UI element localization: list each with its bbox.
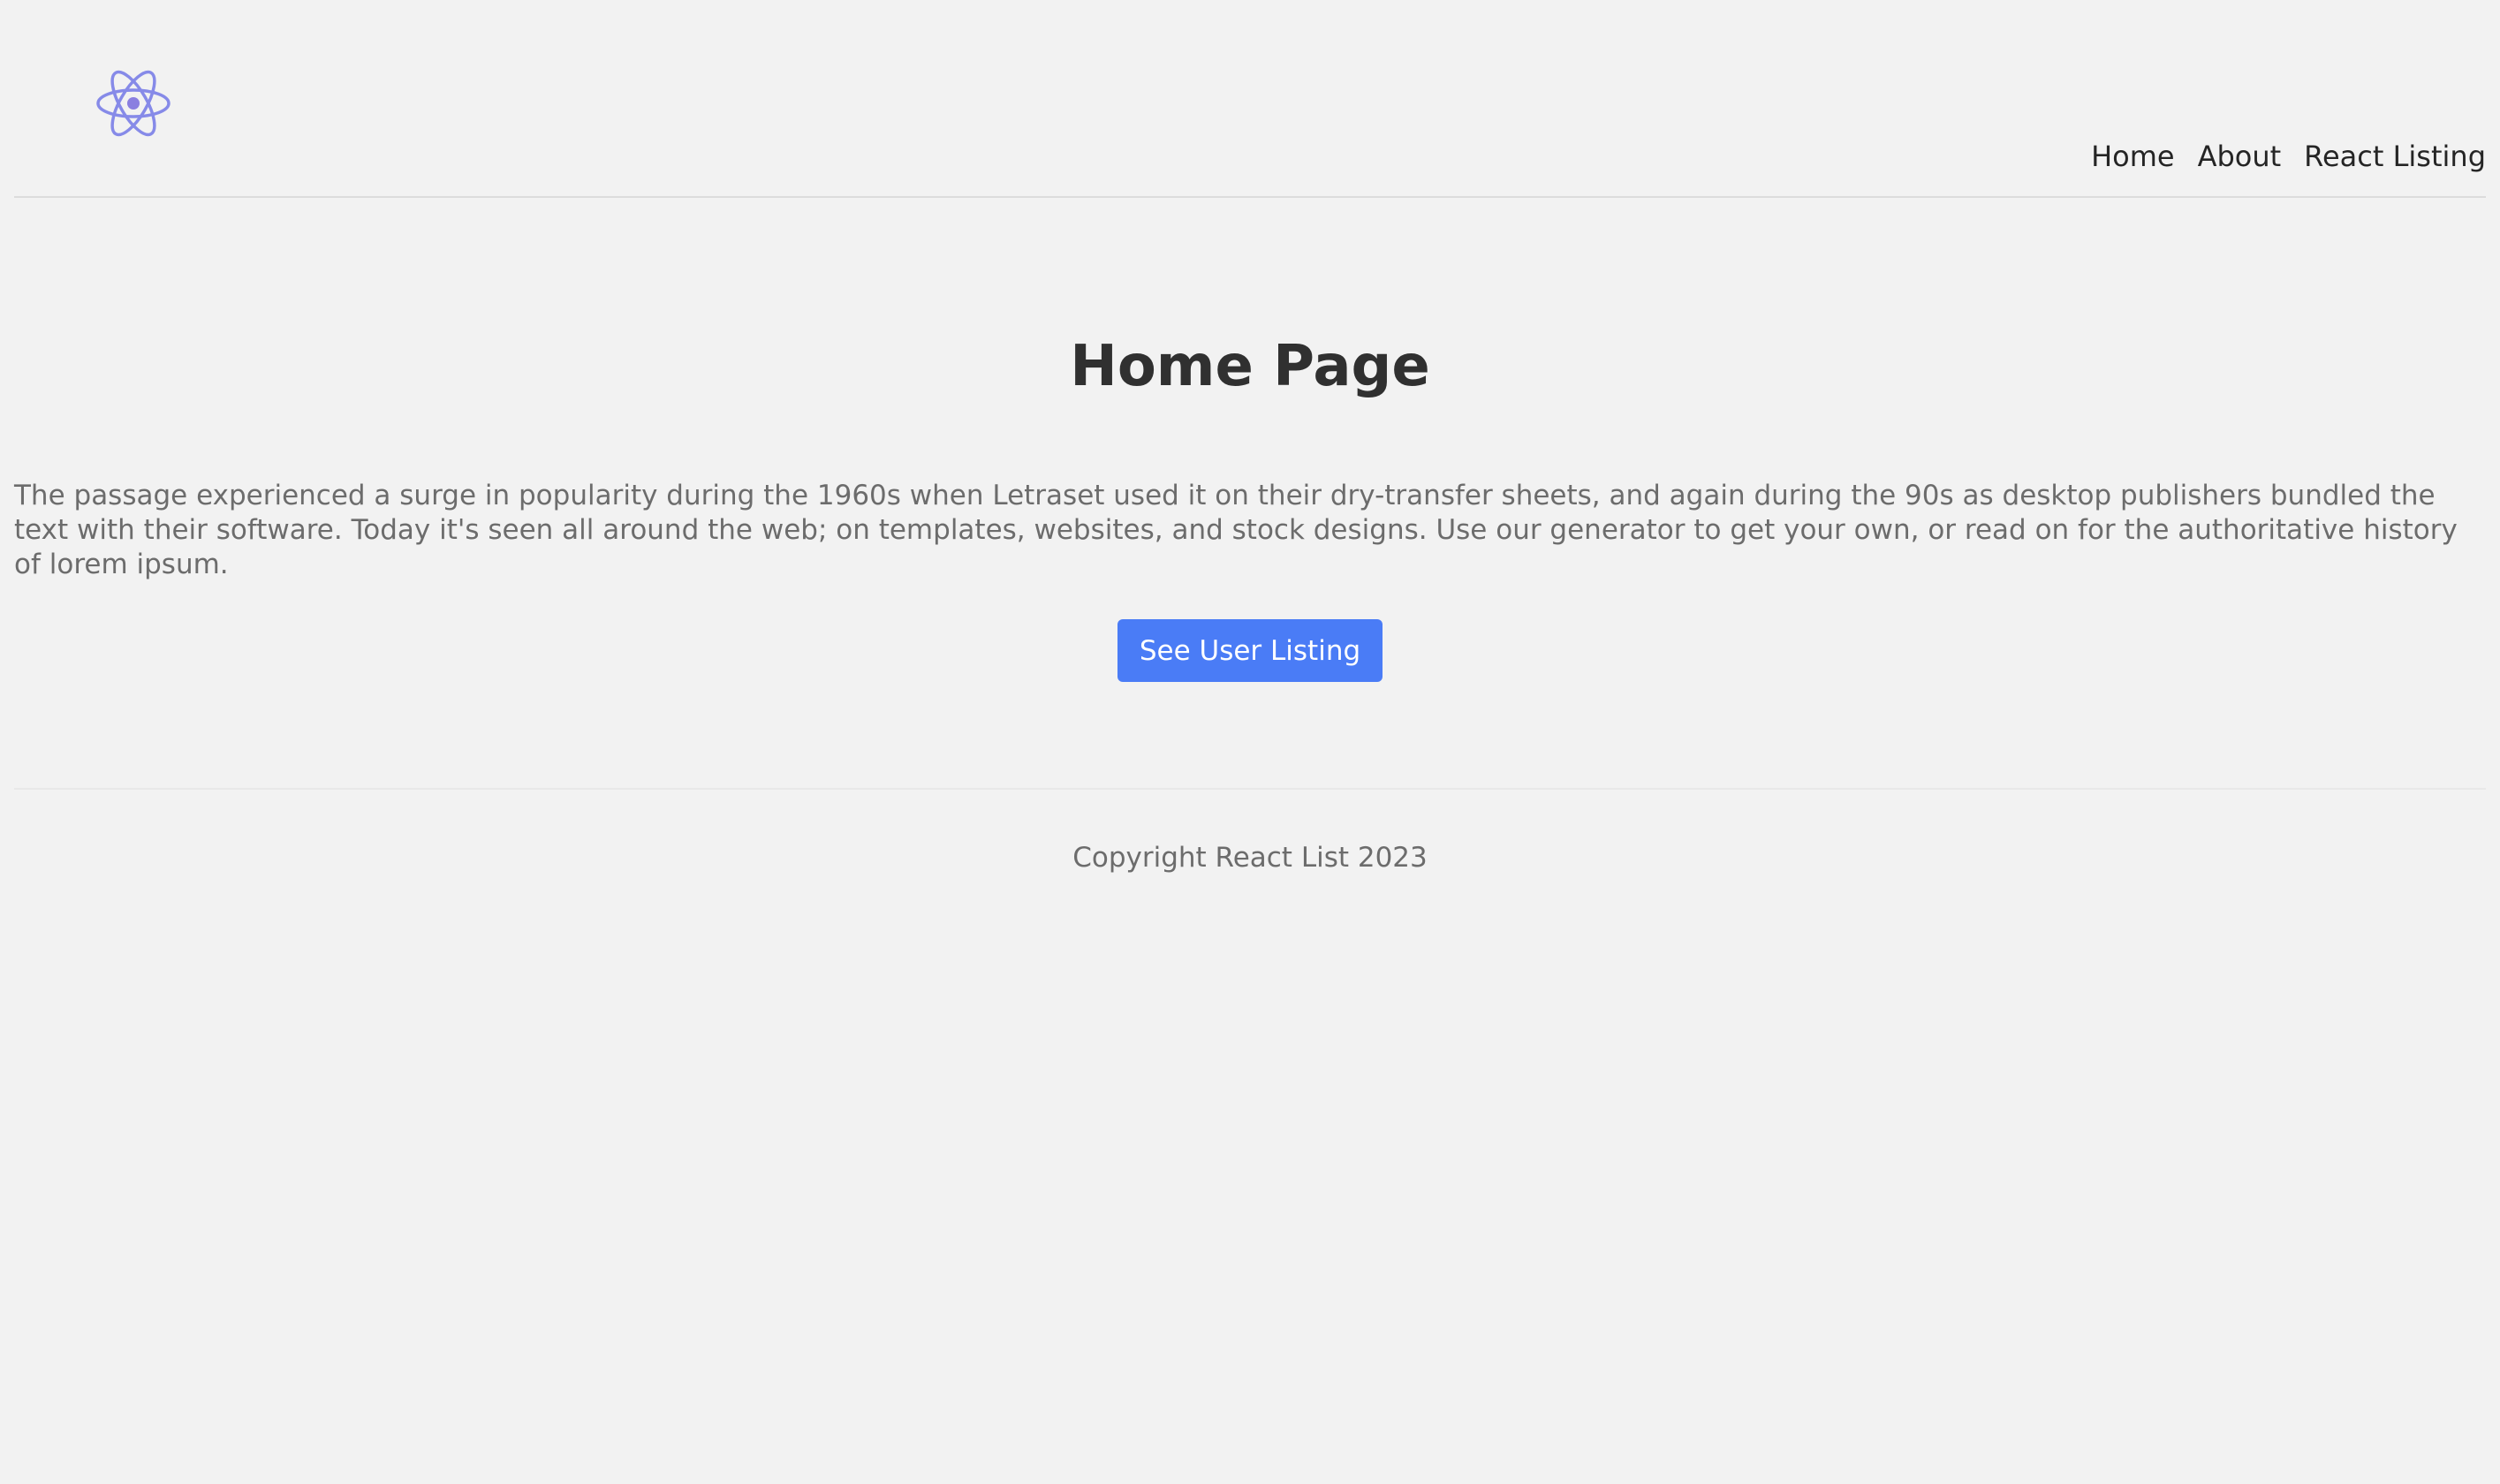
main-nav: Home About React Listing (2091, 140, 2486, 173)
intro-paragraph: The passage experienced a surge in popul… (14, 480, 2458, 580)
nav-about-link[interactable]: About (2198, 140, 2282, 173)
nav-home-link[interactable]: Home (2091, 140, 2175, 173)
copyright-text: Copyright React List 2023 (1072, 842, 1428, 874)
see-user-listing-button[interactable]: See User Listing (1117, 619, 1383, 682)
site-header: Home About React Listing (14, 0, 2486, 198)
react-atom-icon[interactable] (94, 65, 173, 141)
footer-divider (14, 788, 2486, 790)
page-title: Home Page (1070, 334, 1430, 399)
nav-react-listing-link[interactable]: React Listing (2304, 140, 2486, 173)
